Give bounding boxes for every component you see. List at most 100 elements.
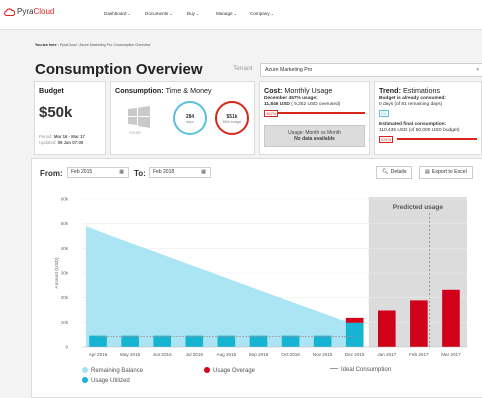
y-tick-label: 0 <box>65 345 68 350</box>
cost-card: Cost: Monthly Usage December 457% usage:… <box>259 81 370 155</box>
cost-title-rest: Monthly Usage <box>282 86 333 95</box>
usage-overage-bar <box>345 317 364 323</box>
trend-card: Trend: Estimations Budget is already con… <box>374 81 482 155</box>
x-tick-label: Jan 2017 <box>377 352 396 357</box>
legend-remaining: Remaining Balance <box>82 367 143 374</box>
consumed-value: 0 days (of 81 remaining days) <box>379 102 443 107</box>
predicted-usage-label: Predicted usage <box>393 204 444 211</box>
x-tick-label: Dec 2016 <box>345 352 365 357</box>
cost-title: Cost: Monthly Usage <box>264 86 332 95</box>
nav-buy[interactable]: Buy⌄ <box>187 11 199 16</box>
cost-title-bold: Cost: <box>264 86 283 95</box>
legend-overage-label: Usage Overage <box>213 368 256 374</box>
x-tick-label: Feb 2017 <box>409 352 429 357</box>
budget-updated: Updated: 09 Jan 07:00 <box>39 140 83 145</box>
breadcrumb: You are here : PyraCloud › Azure Marketi… <box>35 43 150 47</box>
x-tick-label: Jun 2016 <box>153 352 172 357</box>
legend-ideal: Ideal Consumption <box>330 367 391 373</box>
legend-overage: Usage Overage <box>204 367 255 374</box>
search-icon: 🔍︎ <box>382 169 389 175</box>
legend-ideal-swatch <box>330 368 338 369</box>
usage-overage-bar <box>442 289 460 347</box>
nav-company-label: Company <box>250 11 270 16</box>
y-tick-label: 60k <box>61 197 69 202</box>
updated-value: 09 Jan 07:00 <box>57 140 84 145</box>
consumption-chart: Predicted usage 0 10k 20k 30k 40k 50k 60k Amount… <box>54 197 467 357</box>
budget-ring: $51k $50k budget <box>215 101 249 135</box>
budget-period: Period: Mar 16 - Mar 17 <box>39 134 85 139</box>
nav-company[interactable]: Company⌄ <box>250 11 274 16</box>
platform-label: Azure <box>129 130 141 135</box>
calendar-icon[interactable]: ▦ <box>201 168 206 177</box>
final-badge: 221% <box>379 136 394 143</box>
to-label: To: <box>134 169 146 178</box>
logo-prefix: Pyra <box>17 7 34 16</box>
to-date-value: Feb 2018 <box>153 169 175 175</box>
nav-documents[interactable]: Documents⌄ <box>145 11 173 16</box>
tenant-label: Tenant <box>233 65 253 72</box>
y-tick-label: 20k <box>61 295 69 300</box>
x-tick-label: May 2016 <box>120 352 141 357</box>
updated-label: Updated: <box>39 140 57 145</box>
legend-remaining-swatch <box>82 367 88 373</box>
trend-title-bold: Trend: <box>379 86 401 95</box>
details-button-label: Details <box>390 169 407 175</box>
month-comparison-box: Usage: Month vs Month No data available <box>264 125 365 147</box>
logo-suffix: Cloud <box>33 7 55 16</box>
y-tick-label: 10k <box>61 320 69 325</box>
usage-overage-bar <box>377 310 396 347</box>
legend-ideal-label: Ideal Consumption <box>341 367 392 373</box>
x-tick-label: Aug 2016 <box>217 352 237 357</box>
x-tick-label: Jul 2016 <box>186 352 204 357</box>
cost-usage-overused: ( 9,252 USD overused) <box>289 102 341 107</box>
month-comparison-status: No data available <box>294 136 335 142</box>
usage-utilized-bar <box>185 335 204 347</box>
legend-utilized-label: Usage Utilized <box>91 378 130 384</box>
usage-utilized-bar <box>217 335 236 347</box>
nav-dashboard[interactable]: Dashboard⌄ <box>104 11 131 16</box>
windows-icon <box>128 106 150 128</box>
nav-manage[interactable]: Manage⌄ <box>216 11 237 16</box>
export-excel-button[interactable]: ▤ Export to Excel <box>419 166 473 179</box>
x-tick-label: Mar 2017 <box>441 352 461 357</box>
trend-title: Trend: Estimations <box>379 86 440 95</box>
y-tick-label: 50k <box>61 221 69 226</box>
consumption-title-rest: Time & Money <box>163 86 212 95</box>
legend-utilized-swatch <box>82 377 88 383</box>
tenant-select-value: Azure Marketing Pro <box>265 67 313 73</box>
x-tick-label: Nov 2016 <box>313 352 333 357</box>
details-button[interactable]: 🔍︎ Details <box>376 166 413 179</box>
consumption-title: Consumption: Time & Money <box>115 86 212 95</box>
usage-utilized-bar <box>281 335 300 347</box>
chevron-down-icon: ⌄ <box>233 11 237 16</box>
usage-utilized-bar <box>313 335 332 347</box>
period-value: Mar 16 - Mar 17 <box>53 134 85 139</box>
app-logo[interactable]: Pyra Cloud <box>4 7 54 16</box>
usage-overage-bar <box>410 300 428 347</box>
nav-documents-label: Documents <box>145 11 169 16</box>
select-arrow-icon: ▾ <box>476 67 479 73</box>
to-date-input[interactable]: Feb 2018 ▦ <box>149 167 211 178</box>
usage-utilized-bar <box>121 335 139 347</box>
budget-value: $50k <box>39 104 73 121</box>
chevron-down-icon: ⌄ <box>127 11 131 16</box>
final-label: Estimated final consumption: <box>379 122 447 127</box>
chevron-down-icon: ⌄ <box>270 11 275 16</box>
chevron-down-icon: ⌄ <box>195 11 200 16</box>
budget-ring-unit: $50k budget <box>222 120 242 124</box>
chevron-down-icon: ⌄ <box>169 11 173 16</box>
cost-usage-amount: 11,846 USD <box>264 102 290 107</box>
from-date-input[interactable]: Feb 2015 ▦ <box>67 167 129 178</box>
days-ring: 284 days <box>173 101 207 135</box>
breadcrumb-path[interactable]: PyraCloud › Azure Marketing Pro Consumpt… <box>60 43 151 47</box>
export-button-label: Export to Excel <box>431 169 467 175</box>
consumed-label: Budget is already consumed: <box>379 96 446 101</box>
usage-utilized-bar <box>345 322 364 347</box>
nav-buy-label: Buy <box>187 11 195 16</box>
tenant-select[interactable]: Azure Marketing Pro ▾ <box>260 63 482 77</box>
document-icon: ▤ <box>425 169 430 175</box>
days-unit: days <box>186 120 194 124</box>
x-tick-label: Sep 2016 <box>249 352 269 357</box>
usage-utilized-bar <box>89 335 107 347</box>
calendar-icon[interactable]: ▦ <box>119 168 124 177</box>
